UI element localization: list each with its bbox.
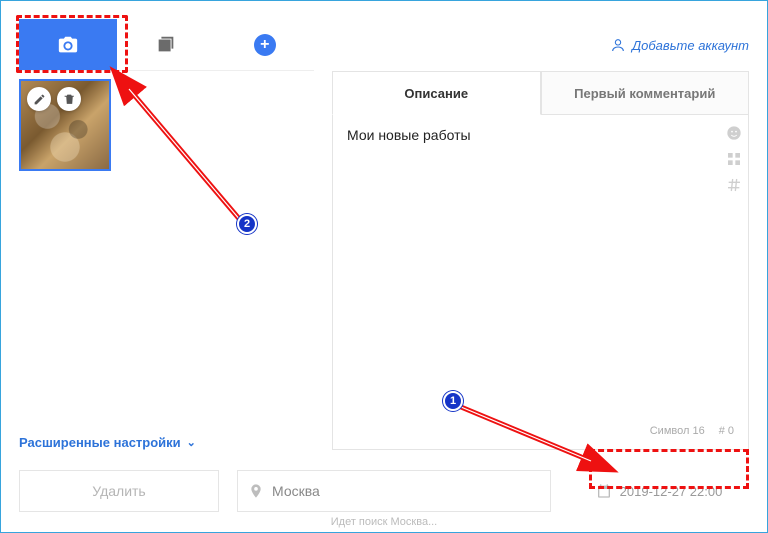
add-account-link[interactable]: Добавьте аккаунт [332,19,749,71]
delete-button[interactable]: Удалить [19,470,219,512]
media-thumbnail[interactable] [19,79,111,171]
location-search-status: Идет поиск Москва... [1,516,767,528]
grid-icon[interactable] [726,151,742,167]
advanced-settings-link[interactable]: Расширенные настройки ⌄ [19,435,314,450]
pencil-icon [33,93,46,106]
bottom-toolbar: Удалить 2019-12-27 22:00 [19,468,749,514]
location-input[interactable] [272,483,540,499]
tab-add[interactable]: + [216,19,314,70]
plus-icon: + [254,34,276,56]
thumbnail-area [19,71,314,429]
right-panel: Добавьте аккаунт Описание Первый коммент… [332,19,749,450]
thumbnail-delete-button[interactable] [57,87,81,111]
description-text: Мои новые работы [347,127,734,425]
hashtag-icon[interactable] [726,177,742,193]
thumbnail-edit-button[interactable] [27,87,51,111]
description-editor[interactable]: Мои новые работы Символ 16 # 0 [332,115,749,450]
description-tabs: Описание Первый комментарий [332,71,749,115]
editor-footer: Символ 16 # 0 [347,425,734,437]
tab-description[interactable]: Описание [332,71,541,115]
schedule-date-value: 2019-12-27 22:00 [620,484,723,499]
trash-icon [63,93,76,106]
emoji-icon[interactable] [726,125,742,141]
tab-camera[interactable] [19,19,117,70]
tab-first-comment[interactable]: Первый комментарий [541,71,750,115]
gallery-icon [155,34,177,56]
editor-toolbar [726,125,742,193]
left-panel: + Расширенные настройки ⌄ [19,19,314,450]
advanced-settings-label: Расширенные настройки [19,435,181,450]
location-input-wrapper[interactable] [237,470,551,512]
media-type-tabs: + [19,19,314,71]
user-icon [610,37,626,53]
schedule-date-field[interactable]: 2019-12-27 22:00 [569,470,749,512]
char-count: Символ 16 [650,425,705,437]
add-account-label: Добавьте аккаунт [632,38,749,53]
chevron-down-icon: ⌄ [187,436,196,449]
location-pin-icon [248,483,264,499]
camera-icon [57,34,79,56]
calendar-icon [596,483,612,499]
hashtag-count: # 0 [719,425,734,437]
tab-gallery[interactable] [117,19,215,70]
